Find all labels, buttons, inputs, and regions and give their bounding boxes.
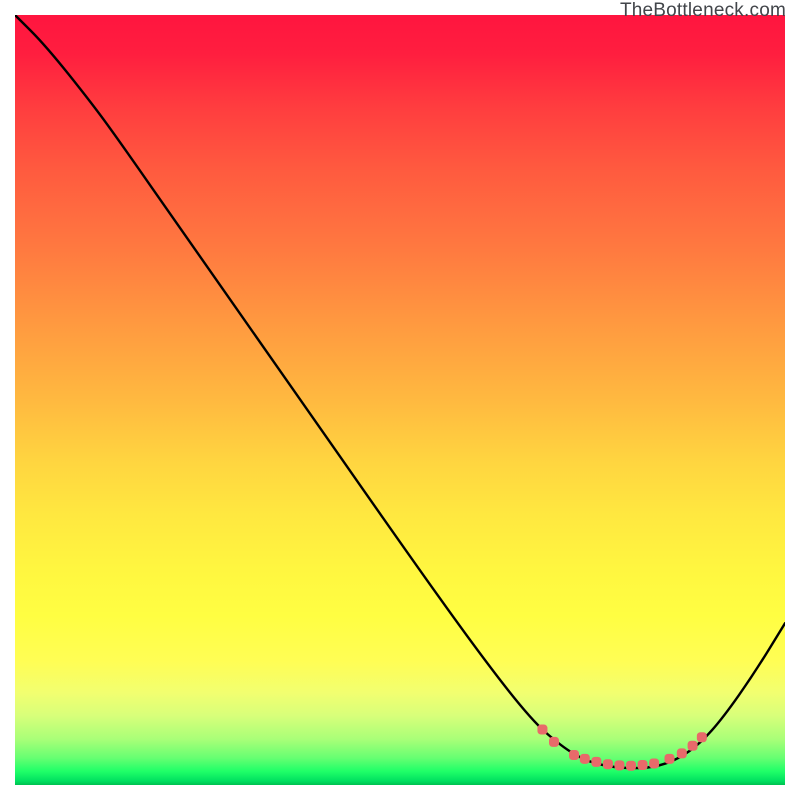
chart-svg: [15, 15, 785, 785]
chart-curve: [15, 15, 785, 768]
watermark-text: TheBottleneck.com: [620, 0, 786, 22]
chart-container: TheBottleneck.com: [0, 0, 800, 800]
